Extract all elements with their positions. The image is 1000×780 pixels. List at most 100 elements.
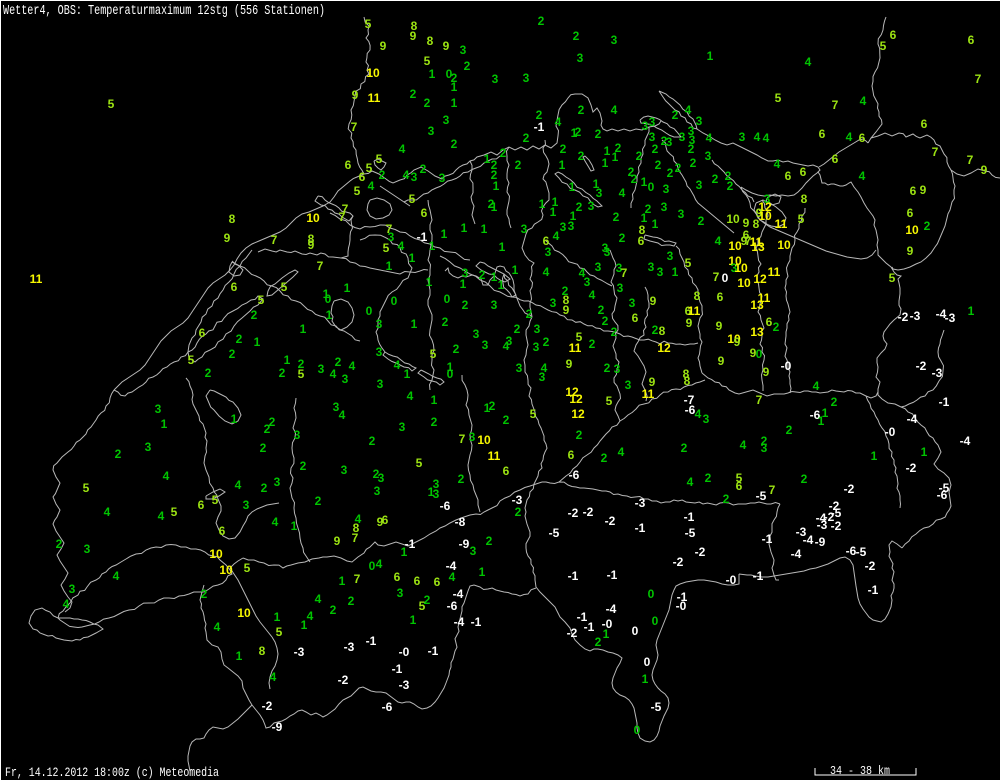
svg-text:7: 7: [832, 98, 839, 112]
svg-text:3: 3: [696, 178, 703, 192]
svg-text:9: 9: [443, 39, 450, 53]
svg-text:4: 4: [715, 234, 722, 248]
svg-text:5: 5: [354, 184, 361, 198]
svg-text:2: 2: [573, 29, 580, 43]
svg-text:3: 3: [550, 296, 557, 310]
svg-text:1: 1: [461, 221, 468, 235]
svg-text:9: 9: [741, 234, 748, 248]
svg-text:2: 2: [924, 219, 931, 233]
svg-text:2: 2: [442, 315, 449, 329]
svg-text:1: 1: [559, 158, 566, 172]
svg-text:6: 6: [890, 28, 897, 42]
svg-text:3: 3: [584, 275, 591, 289]
svg-text:-0: -0: [885, 425, 896, 439]
svg-text:-3: -3: [945, 311, 956, 325]
svg-text:8: 8: [683, 367, 690, 381]
svg-text:12: 12: [753, 272, 767, 286]
svg-text:-1: -1: [635, 521, 646, 535]
svg-text:5: 5: [376, 152, 383, 166]
svg-text:5: 5: [424, 54, 431, 68]
svg-text:2: 2: [462, 298, 469, 312]
svg-text:5: 5: [281, 280, 288, 294]
svg-text:-5: -5: [856, 545, 867, 559]
svg-text:10: 10: [237, 606, 251, 620]
svg-text:4: 4: [687, 475, 694, 489]
svg-text:3: 3: [667, 249, 674, 263]
svg-text:6: 6: [568, 448, 575, 462]
svg-text:3: 3: [399, 420, 406, 434]
svg-text:-2: -2: [583, 505, 594, 519]
svg-text:1: 1: [460, 277, 467, 291]
svg-text:-9: -9: [815, 535, 826, 549]
svg-text:-6: -6: [440, 499, 451, 513]
svg-text:10: 10: [306, 211, 320, 225]
svg-text:6: 6: [819, 127, 826, 141]
svg-text:12: 12: [657, 341, 671, 355]
svg-text:-2: -2: [898, 310, 909, 324]
svg-text:1: 1: [491, 200, 498, 214]
svg-text:4: 4: [307, 609, 314, 623]
svg-text:0: 0: [648, 587, 655, 601]
svg-text:7: 7: [339, 210, 346, 224]
svg-text:3: 3: [294, 428, 301, 442]
svg-text:9: 9: [716, 319, 723, 333]
svg-text:-3: -3: [817, 518, 828, 532]
svg-text:8: 8: [753, 217, 760, 231]
svg-text:1: 1: [871, 449, 878, 463]
svg-text:-2: -2: [916, 359, 927, 373]
svg-text:3: 3: [678, 207, 685, 221]
svg-text:2: 2: [515, 158, 522, 172]
svg-text:4: 4: [846, 130, 853, 144]
svg-text:0: 0: [722, 271, 729, 285]
svg-text:-3: -3: [932, 366, 943, 380]
svg-text:4: 4: [805, 55, 812, 69]
svg-text:3: 3: [443, 113, 450, 127]
svg-text:3: 3: [657, 265, 664, 279]
svg-text:4: 4: [763, 131, 770, 145]
svg-text:10: 10: [758, 209, 772, 223]
svg-text:9: 9: [718, 354, 725, 368]
svg-text:-5: -5: [651, 700, 662, 714]
svg-text:1: 1: [274, 610, 281, 624]
svg-text:4: 4: [740, 438, 747, 452]
svg-text:0: 0: [756, 347, 763, 361]
svg-text:5: 5: [244, 561, 251, 575]
svg-text:2: 2: [652, 142, 659, 156]
svg-text:-3: -3: [635, 496, 646, 510]
svg-text:3: 3: [377, 377, 384, 391]
svg-text:2: 2: [773, 320, 780, 334]
svg-text:7: 7: [354, 572, 361, 586]
svg-text:8: 8: [659, 324, 666, 338]
svg-text:2: 2: [675, 161, 682, 175]
svg-text:-2: -2: [567, 626, 578, 640]
svg-text:2: 2: [479, 268, 486, 282]
svg-text:1: 1: [429, 239, 436, 253]
svg-text:1: 1: [603, 627, 610, 641]
svg-text:3: 3: [521, 222, 528, 236]
svg-text:6: 6: [503, 464, 510, 478]
svg-text:3: 3: [473, 327, 480, 341]
svg-text:2: 2: [655, 158, 662, 172]
svg-text:4: 4: [859, 169, 866, 183]
svg-text:5: 5: [83, 481, 90, 495]
svg-text:3: 3: [604, 245, 611, 259]
svg-text:6: 6: [736, 479, 743, 493]
svg-text:4: 4: [214, 620, 221, 634]
svg-text:11: 11: [775, 217, 788, 231]
svg-text:11: 11: [30, 272, 43, 286]
svg-text:-6: -6: [382, 700, 393, 714]
svg-text:2: 2: [576, 200, 583, 214]
svg-text:2: 2: [576, 428, 583, 442]
svg-text:7: 7: [932, 145, 939, 159]
svg-text:1: 1: [641, 175, 648, 189]
svg-text:0: 0: [652, 614, 659, 628]
svg-text:-9: -9: [459, 537, 470, 551]
svg-text:6: 6: [832, 152, 839, 166]
svg-text:2: 2: [611, 325, 618, 339]
svg-text:8: 8: [229, 212, 236, 226]
svg-text:2: 2: [631, 172, 638, 186]
svg-text:-5: -5: [685, 526, 696, 540]
svg-text:0: 0: [325, 292, 332, 306]
svg-text:3: 3: [397, 586, 404, 600]
svg-text:3: 3: [374, 484, 381, 498]
